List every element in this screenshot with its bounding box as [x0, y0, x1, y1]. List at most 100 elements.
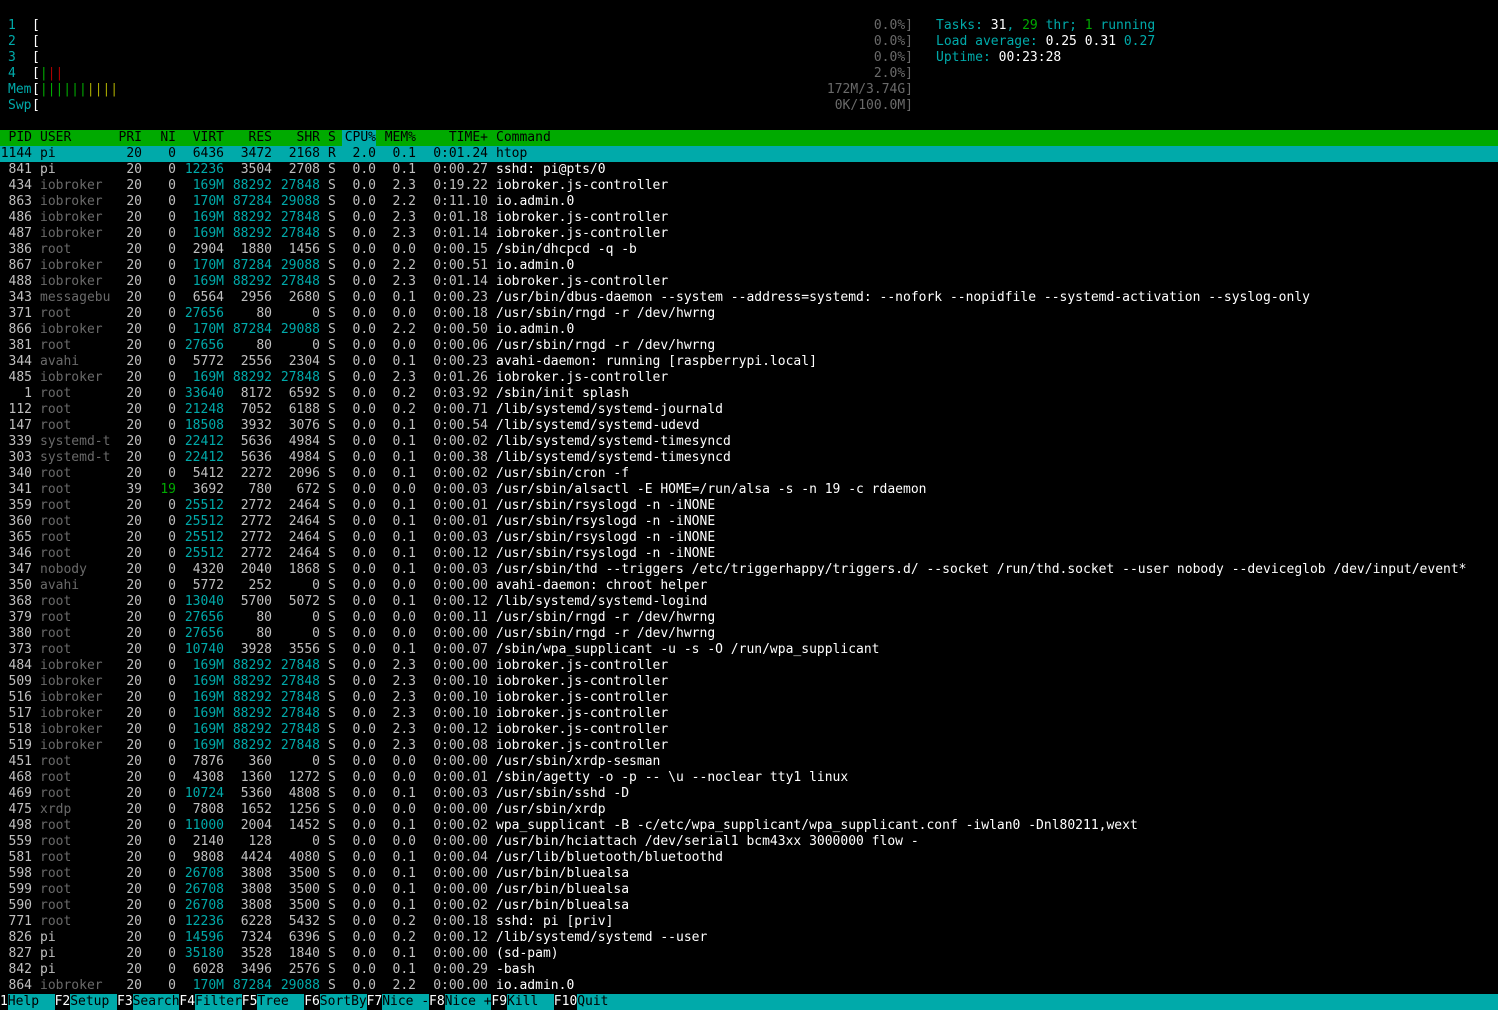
- fkey-1[interactable]: 1: [0, 994, 8, 1010]
- table-row[interactable]: 341 root 39 19 3692 780 672 S 0.0 0.0 0:00.03/usr/…: [0, 482, 1498, 498]
- col-shr[interactable]: SHR: [276, 130, 320, 146]
- col-virt[interactable]: VIRT: [182, 130, 224, 146]
- col-mem[interactable]: MEM%: [384, 130, 416, 146]
- table-row[interactable]: 386 root 20 0 2904 1880 1456 S 0.0 0.0 0:00.15/sbi…: [0, 242, 1498, 258]
- col-pri[interactable]: PRI: [112, 130, 142, 146]
- table-row[interactable]: 380 root 20 0 27656 80 0 S 0.0 0.0 0:00.00/usr/sbi…: [0, 626, 1498, 642]
- table-row[interactable]: 867 iobroker 20 0 170M 87284 29088 S 0.0 2.2 0:00.…: [0, 258, 1498, 274]
- table-row[interactable]: 509 iobroker 20 0 169M 88292 27848 S 0.0 2.3 0:00.…: [0, 674, 1498, 690]
- fkey-label[interactable]: Nice +: [445, 994, 492, 1010]
- fkey-f6[interactable]: F6: [304, 994, 320, 1010]
- table-row[interactable]: 368 root 20 0 13040 5700 5072 S 0.0 0.1 0:00.12/li…: [0, 594, 1498, 610]
- table-row[interactable]: 841 pi 20 0 12236 3504 2708 S 0.0 0.1 0:00.27 sshd:…: [0, 162, 1498, 178]
- fkey-label[interactable]: Help: [8, 994, 55, 1010]
- fkey-f3[interactable]: F3: [117, 994, 133, 1010]
- table-row[interactable]: 590 root 20 0 26708 3808 3500 S 0.0 0.1 0:00.02/us…: [0, 898, 1498, 914]
- table-row[interactable]: 598 root 20 0 26708 3808 3500 S 0.0 0.1 0:00.00/us…: [0, 866, 1498, 882]
- table-row[interactable]: 842 pi 20 0 6028 3496 2576 S 0.0 0.1 0:00.29 -bash: [0, 962, 1498, 978]
- col-time[interactable]: TIME+: [424, 130, 488, 146]
- table-row[interactable]: 519 iobroker 20 0 169M 88292 27848 S 0.0 2.3 0:00.…: [0, 738, 1498, 754]
- table-row[interactable]: 451 root 20 0 7876 360 0 S 0.0 0.0 0:00.00/usr/sbi…: [0, 754, 1498, 770]
- fkey-label[interactable]: Kill: [507, 994, 554, 1010]
- table-row[interactable]: 1144 pi 20 0 6436 3472 2168 R 2.0 0.1 0:01.24 htop: [0, 146, 1498, 162]
- cell-pid: 581: [8, 850, 32, 865]
- table-row[interactable]: 360 root 20 0 25512 2772 2464 S 0.0 0.1 0:00.01/us…: [0, 514, 1498, 530]
- process-table-header[interactable]: PID USER PRI NI VIRT RES SHR S CPU% MEM%…: [0, 130, 1498, 146]
- table-row[interactable]: 498 root 20 0 11000 2004 1452 S 0.0 0.1 0:00.02 wpa…: [0, 818, 1498, 834]
- fkey-label[interactable]: Tree: [257, 994, 304, 1010]
- table-row[interactable]: 475 xrdp 20 0 7808 1652 1256 S 0.0 0.0 0:00.00/usr…: [0, 802, 1498, 818]
- table-row[interactable]: 434 iobroker 20 0 169M 88292 27848 S 0.0 2.3 0:19.…: [0, 178, 1498, 194]
- table-row[interactable]: 771 root 20 0 12236 6228 5432 S 0.0 0.2 0:00.18 ssh…: [0, 914, 1498, 930]
- table-row[interactable]: 485 iobroker 20 0 169M 88292 27848 S 0.0 2.3 0:01.…: [0, 370, 1498, 386]
- table-row[interactable]: 1 root 20 0 33640 8172 6592 S 0.0 0.2 0:03.92/sbin…: [0, 386, 1498, 402]
- fkey-f9[interactable]: F9: [491, 994, 508, 1010]
- cell-ni: 0: [168, 754, 176, 769]
- table-row[interactable]: 347 nobody 20 0 4320 2040 1868 S 0.0 0.1 0:00.03/u…: [0, 562, 1498, 578]
- fkey-label[interactable]: Filter: [195, 994, 242, 1010]
- table-row[interactable]: 344 avahi 20 0 5772 2556 2304 S 0.0 0.1 0:00.23 ava…: [0, 354, 1498, 370]
- cell-res: 3496: [240, 962, 272, 977]
- table-row[interactable]: 468 root 20 0 4308 1360 1272 S 0.0 0.0 0:00.01/sbi…: [0, 770, 1498, 786]
- cell-cmd: /lib/systemd/systemd-logind: [496, 594, 708, 609]
- table-row[interactable]: 340 root 20 0 5412 2272 2096 S 0.0 0.1 0:00.02/usr…: [0, 466, 1498, 482]
- table-row[interactable]: 112 root 20 0 21248 7052 6188 S 0.0 0.2 0:00.71/li…: [0, 402, 1498, 418]
- table-row[interactable]: 371 root 20 0 27656 80 0 S 0.0 0.0 0:00.18/usr/sbi…: [0, 306, 1498, 322]
- col-res[interactable]: RES: [228, 130, 272, 146]
- table-row[interactable]: 484 iobroker 20 0 169M 88292 27848 S 0.0 2.3 0:00.…: [0, 658, 1498, 674]
- table-row[interactable]: 866 iobroker 20 0 170M 87284 29088 S 0.0 2.2 0:00.…: [0, 322, 1498, 338]
- cell-pid: 864: [8, 978, 32, 993]
- table-row[interactable]: 487 iobroker 20 0 169M 88292 27848 S 0.0 2.3 0:01.…: [0, 226, 1498, 242]
- table-row[interactable]: 518 iobroker 20 0 169M 88292 27848 S 0.0 2.3 0:00.…: [0, 722, 1498, 738]
- table-row[interactable]: 365 root 20 0 25512 2772 2464 S 0.0 0.1 0:00.03/us…: [0, 530, 1498, 546]
- table-row[interactable]: 469 root 20 0 10724 5360 4808 S 0.0 0.1 0:00.03/us…: [0, 786, 1498, 802]
- table-row[interactable]: 486 iobroker 20 0 169M 88292 27848 S 0.0 2.3 0:01.…: [0, 210, 1498, 226]
- table-row[interactable]: 359 root 20 0 25512 2772 2464 S 0.0 0.1 0:00.01/us…: [0, 498, 1498, 514]
- fkey-label[interactable]: Setup: [70, 994, 117, 1010]
- table-row[interactable]: 339 systemd-t 20 0 22412 5636 4984 S 0.0 0.1 0:00.…: [0, 434, 1498, 450]
- meter-bar-segment: |: [39, 66, 48, 81]
- table-row[interactable]: 147 root 20 0 18508 3932 3076 S 0.0 0.1 0:00.54/li…: [0, 418, 1498, 434]
- cell-cpu: 0.0: [352, 818, 376, 833]
- fkey-f7[interactable]: F7: [366, 994, 383, 1010]
- cell-pid: 371: [8, 306, 32, 321]
- table-row[interactable]: 379 root 20 0 27656 80 0 S 0.0 0.0 0:00.11/usr/sbi…: [0, 610, 1498, 626]
- cell-shr: 27848: [280, 706, 320, 721]
- table-row[interactable]: 559 root 20 0 2140 128 0 S 0.0 0.0 0:00.00/usr/bin…: [0, 834, 1498, 850]
- cell-cmd: /usr/sbin/cron -f: [496, 466, 630, 481]
- table-row[interactable]: 517 iobroker 20 0 169M 88292 27848 S 0.0 2.3 0:00.…: [0, 706, 1498, 722]
- table-row[interactable]: 516 iobroker 20 0 169M 88292 27848 S 0.0 2.3 0:00.…: [0, 690, 1498, 706]
- fkey-label[interactable]: SortBy: [320, 994, 367, 1010]
- table-row[interactable]: 381 root 20 0 27656 80 0 S 0.0 0.0 0:00.06/usr/sbi…: [0, 338, 1498, 354]
- cell-time: 0:00.10: [433, 690, 488, 705]
- table-row[interactable]: 488 iobroker 20 0 169M 88292 27848 S 0.0 2.3 0:01.…: [0, 274, 1498, 290]
- cell-st: S: [328, 866, 336, 881]
- fkey-label[interactable]: Quit: [577, 994, 608, 1010]
- col-ni[interactable]: NI: [146, 130, 176, 146]
- table-row[interactable]: 826 pi 20 0 14596 7324 6396 S 0.0 0.2 0:00.12/lib/…: [0, 930, 1498, 946]
- fkey-f2[interactable]: F2: [54, 994, 71, 1010]
- table-row[interactable]: 346 root 20 0 25512 2772 2464 S 0.0 0.1 0:00.12/us…: [0, 546, 1498, 562]
- fkey-label[interactable]: Search: [133, 994, 180, 1010]
- table-row[interactable]: 350 avahi 20 0 5772 252 0 S 0.0 0.0 0:00.00 avahi-d…: [0, 578, 1498, 594]
- col-cpu[interactable]: CPU%: [342, 130, 376, 146]
- fkey-label[interactable]: Nice -: [382, 994, 429, 1010]
- col-user[interactable]: USER: [40, 130, 71, 146]
- table-row[interactable]: 827 pi 20 0 35180 3528 1840 S 0.0 0.1 0:00.00 (sd-p…: [0, 946, 1498, 962]
- col-pid[interactable]: PID: [0, 130, 32, 146]
- table-row[interactable]: 581 root 20 0 9808 4424 4080 S 0.0 0.1 0:00.04/usr…: [0, 850, 1498, 866]
- table-row[interactable]: 864 iobroker 20 0 170M 87284 29088 S 0.0 2.2 0:00.…: [0, 978, 1498, 994]
- table-row[interactable]: 599 root 20 0 26708 3808 3500 S 0.0 0.1 0:00.00/us…: [0, 882, 1498, 898]
- table-row[interactable]: 303 systemd-t 20 0 22412 5636 4984 S 0.0 0.1 0:00.…: [0, 450, 1498, 466]
- process-list[interactable]: 1144 pi 20 0 6436 3472 2168 R 2.0 0.1 0:01.24 htop 8…: [0, 146, 1498, 994]
- table-row[interactable]: 373 root 20 0 10740 3928 3556 S 0.0 0.1 0:00.07/sb…: [0, 642, 1498, 658]
- fkey-f5[interactable]: F5: [241, 994, 258, 1010]
- col-command[interactable]: Command: [496, 130, 551, 146]
- cell-mem: 0.1: [392, 450, 416, 465]
- fkey-f8[interactable]: F8: [429, 994, 445, 1010]
- fkey-f4[interactable]: F4: [179, 994, 196, 1010]
- table-row[interactable]: 863 iobroker 20 0 170M 87284 29088 S 0.0 2.2 0:11.…: [0, 194, 1498, 210]
- fkey-f10[interactable]: F10: [553, 994, 578, 1010]
- col-state[interactable]: S: [328, 130, 336, 146]
- table-row[interactable]: 343 messagebu 20 0 6564 2956 2680 S 0.0 0.1 0:00.2…: [0, 290, 1498, 306]
